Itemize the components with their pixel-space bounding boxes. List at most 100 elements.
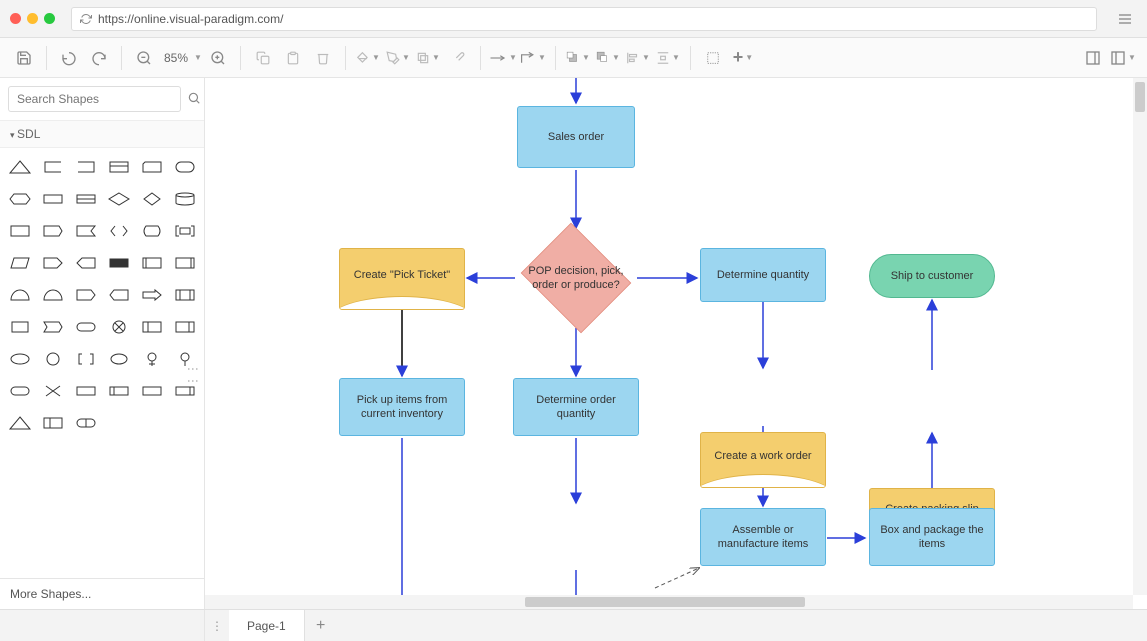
minimize-window-button[interactable] [27,13,38,24]
pencil-icon [386,51,400,65]
shape-tag[interactable] [72,284,99,306]
shape-ellipse[interactable] [6,348,33,370]
undo-button[interactable] [55,44,83,72]
shape-pentagon-left[interactable] [72,252,99,274]
shape-bracket-box[interactable] [171,220,198,242]
diagram-canvas[interactable]: Sales order POP decision, pick, order or… [205,78,1147,609]
save-icon [16,50,32,66]
shape-female[interactable] [138,348,165,370]
shape-lens[interactable] [138,220,165,242]
node-pick-ticket[interactable]: Create "Pick Ticket" [339,248,465,310]
tab-page-1[interactable]: Page-1 [229,610,305,641]
zoom-dropdown[interactable]: 85%▼ [160,51,202,65]
shape-circle[interactable] [39,348,66,370]
shape-roundrect[interactable] [6,380,33,402]
shape-tag-left[interactable] [105,284,132,306]
palette-handle-icon[interactable]: ⋮⋮ [186,363,200,387]
maximize-window-button[interactable] [44,13,55,24]
page-menu-icon[interactable]: ⋮ [205,610,229,641]
copy-button[interactable] [249,44,277,72]
shape-tri2[interactable] [6,412,33,434]
shape-capsule[interactable] [72,316,99,338]
node-determine-order-qty[interactable]: Determine order quantity [513,378,639,436]
shape-dbl-rect2[interactable] [171,252,198,274]
shape-diamond2[interactable] [138,188,165,210]
node-assemble[interactable]: Assemble or manufacture items [700,508,826,566]
shape-banner[interactable] [105,252,132,274]
shadow-button[interactable]: ▼ [414,44,442,72]
vertical-scrollbar[interactable] [1133,78,1147,595]
shape-cylinder[interactable] [171,188,198,210]
close-window-button[interactable] [10,13,21,24]
shape-angles[interactable] [105,220,132,242]
distribute-button[interactable]: ▼ [654,44,682,72]
waypoint-style-button[interactable]: ▼ [519,44,547,72]
shape-bracket[interactable] [72,348,99,370]
shape-parallelogram[interactable] [6,252,33,274]
to-back-button[interactable]: ▼ [594,44,622,72]
shape-rect-open-left[interactable] [72,156,99,178]
connector-style-button[interactable]: ▼ [489,44,517,72]
shape-double-line[interactable] [72,188,99,210]
shape-rounded[interactable] [171,156,198,178]
search-icon[interactable] [187,91,201,108]
outline-panel-button[interactable]: ▼ [1109,44,1137,72]
redo-button[interactable] [85,44,113,72]
line-color-button[interactable]: ▼ [384,44,412,72]
shape-oval2[interactable] [105,348,132,370]
more-shapes-button[interactable]: More Shapes... [0,578,204,609]
shape-triangle[interactable] [6,156,33,178]
shape-chevron-box[interactable] [39,316,66,338]
shape-xcircle[interactable] [105,316,132,338]
align-button[interactable]: ▼ [624,44,652,72]
shape-rect2[interactable] [39,188,66,210]
to-front-button[interactable]: ▼ [564,44,592,72]
node-determine-quantity[interactable]: Determine quantity [700,248,826,302]
shape-card[interactable] [138,156,165,178]
node-pop-decision[interactable]: POP decision, pick, order or produce? [516,228,636,328]
shape-pill-split[interactable] [72,412,99,434]
node-work-order[interactable]: Create a work order [700,432,826,488]
add-button[interactable]: +▼ [729,44,757,72]
horizontal-scrollbar[interactable] [205,595,1133,609]
node-pickup-items[interactable]: Pick up items from current inventory [339,378,465,436]
selection-tool-button[interactable] [699,44,727,72]
shape-x[interactable] [39,380,66,402]
shape-box5[interactable] [171,284,198,306]
shape-striped2[interactable] [171,316,198,338]
shape-arrow-box[interactable] [138,284,165,306]
zoom-out-button[interactable] [130,44,158,72]
category-header-sdl[interactable]: SDL [0,120,204,148]
shape-rect-notch[interactable] [39,220,66,242]
shape-pentagon-right[interactable] [39,252,66,274]
zoom-in-button[interactable] [204,44,232,72]
format-painter-button[interactable] [444,44,472,72]
node-ship-to-customer[interactable]: Ship to customer [869,254,995,298]
node-box-package[interactable]: Box and package the items [869,508,995,566]
add-page-button[interactable]: + [305,610,337,641]
shape-split-box[interactable] [39,412,66,434]
shape-rect3[interactable] [6,220,33,242]
shape-dbl-rect[interactable] [138,252,165,274]
fill-color-button[interactable]: ▼ [354,44,382,72]
menu-button[interactable] [1113,7,1137,31]
node-sales-order[interactable]: Sales order [517,106,635,168]
shape-hex[interactable] [6,188,33,210]
format-panel-button[interactable] [1079,44,1107,72]
shape-rect-line[interactable] [72,380,99,402]
shape-striped[interactable] [138,316,165,338]
shape-half-round2[interactable] [39,284,66,306]
shape-rect-open-right[interactable] [39,156,66,178]
delete-button[interactable] [309,44,337,72]
paste-button[interactable] [279,44,307,72]
shape-flag[interactable] [72,220,99,242]
shape-rect-left[interactable] [105,380,132,402]
shape-diamond[interactable] [105,188,132,210]
url-bar[interactable]: https://online.visual-paradigm.com/ [71,7,1097,31]
shape-cross-circle[interactable] [6,316,33,338]
save-button[interactable] [10,44,38,72]
shape-half-round[interactable] [6,284,33,306]
search-shapes-input[interactable] [8,86,181,112]
shape-rect-plain[interactable] [138,380,165,402]
shape-window[interactable] [105,156,132,178]
